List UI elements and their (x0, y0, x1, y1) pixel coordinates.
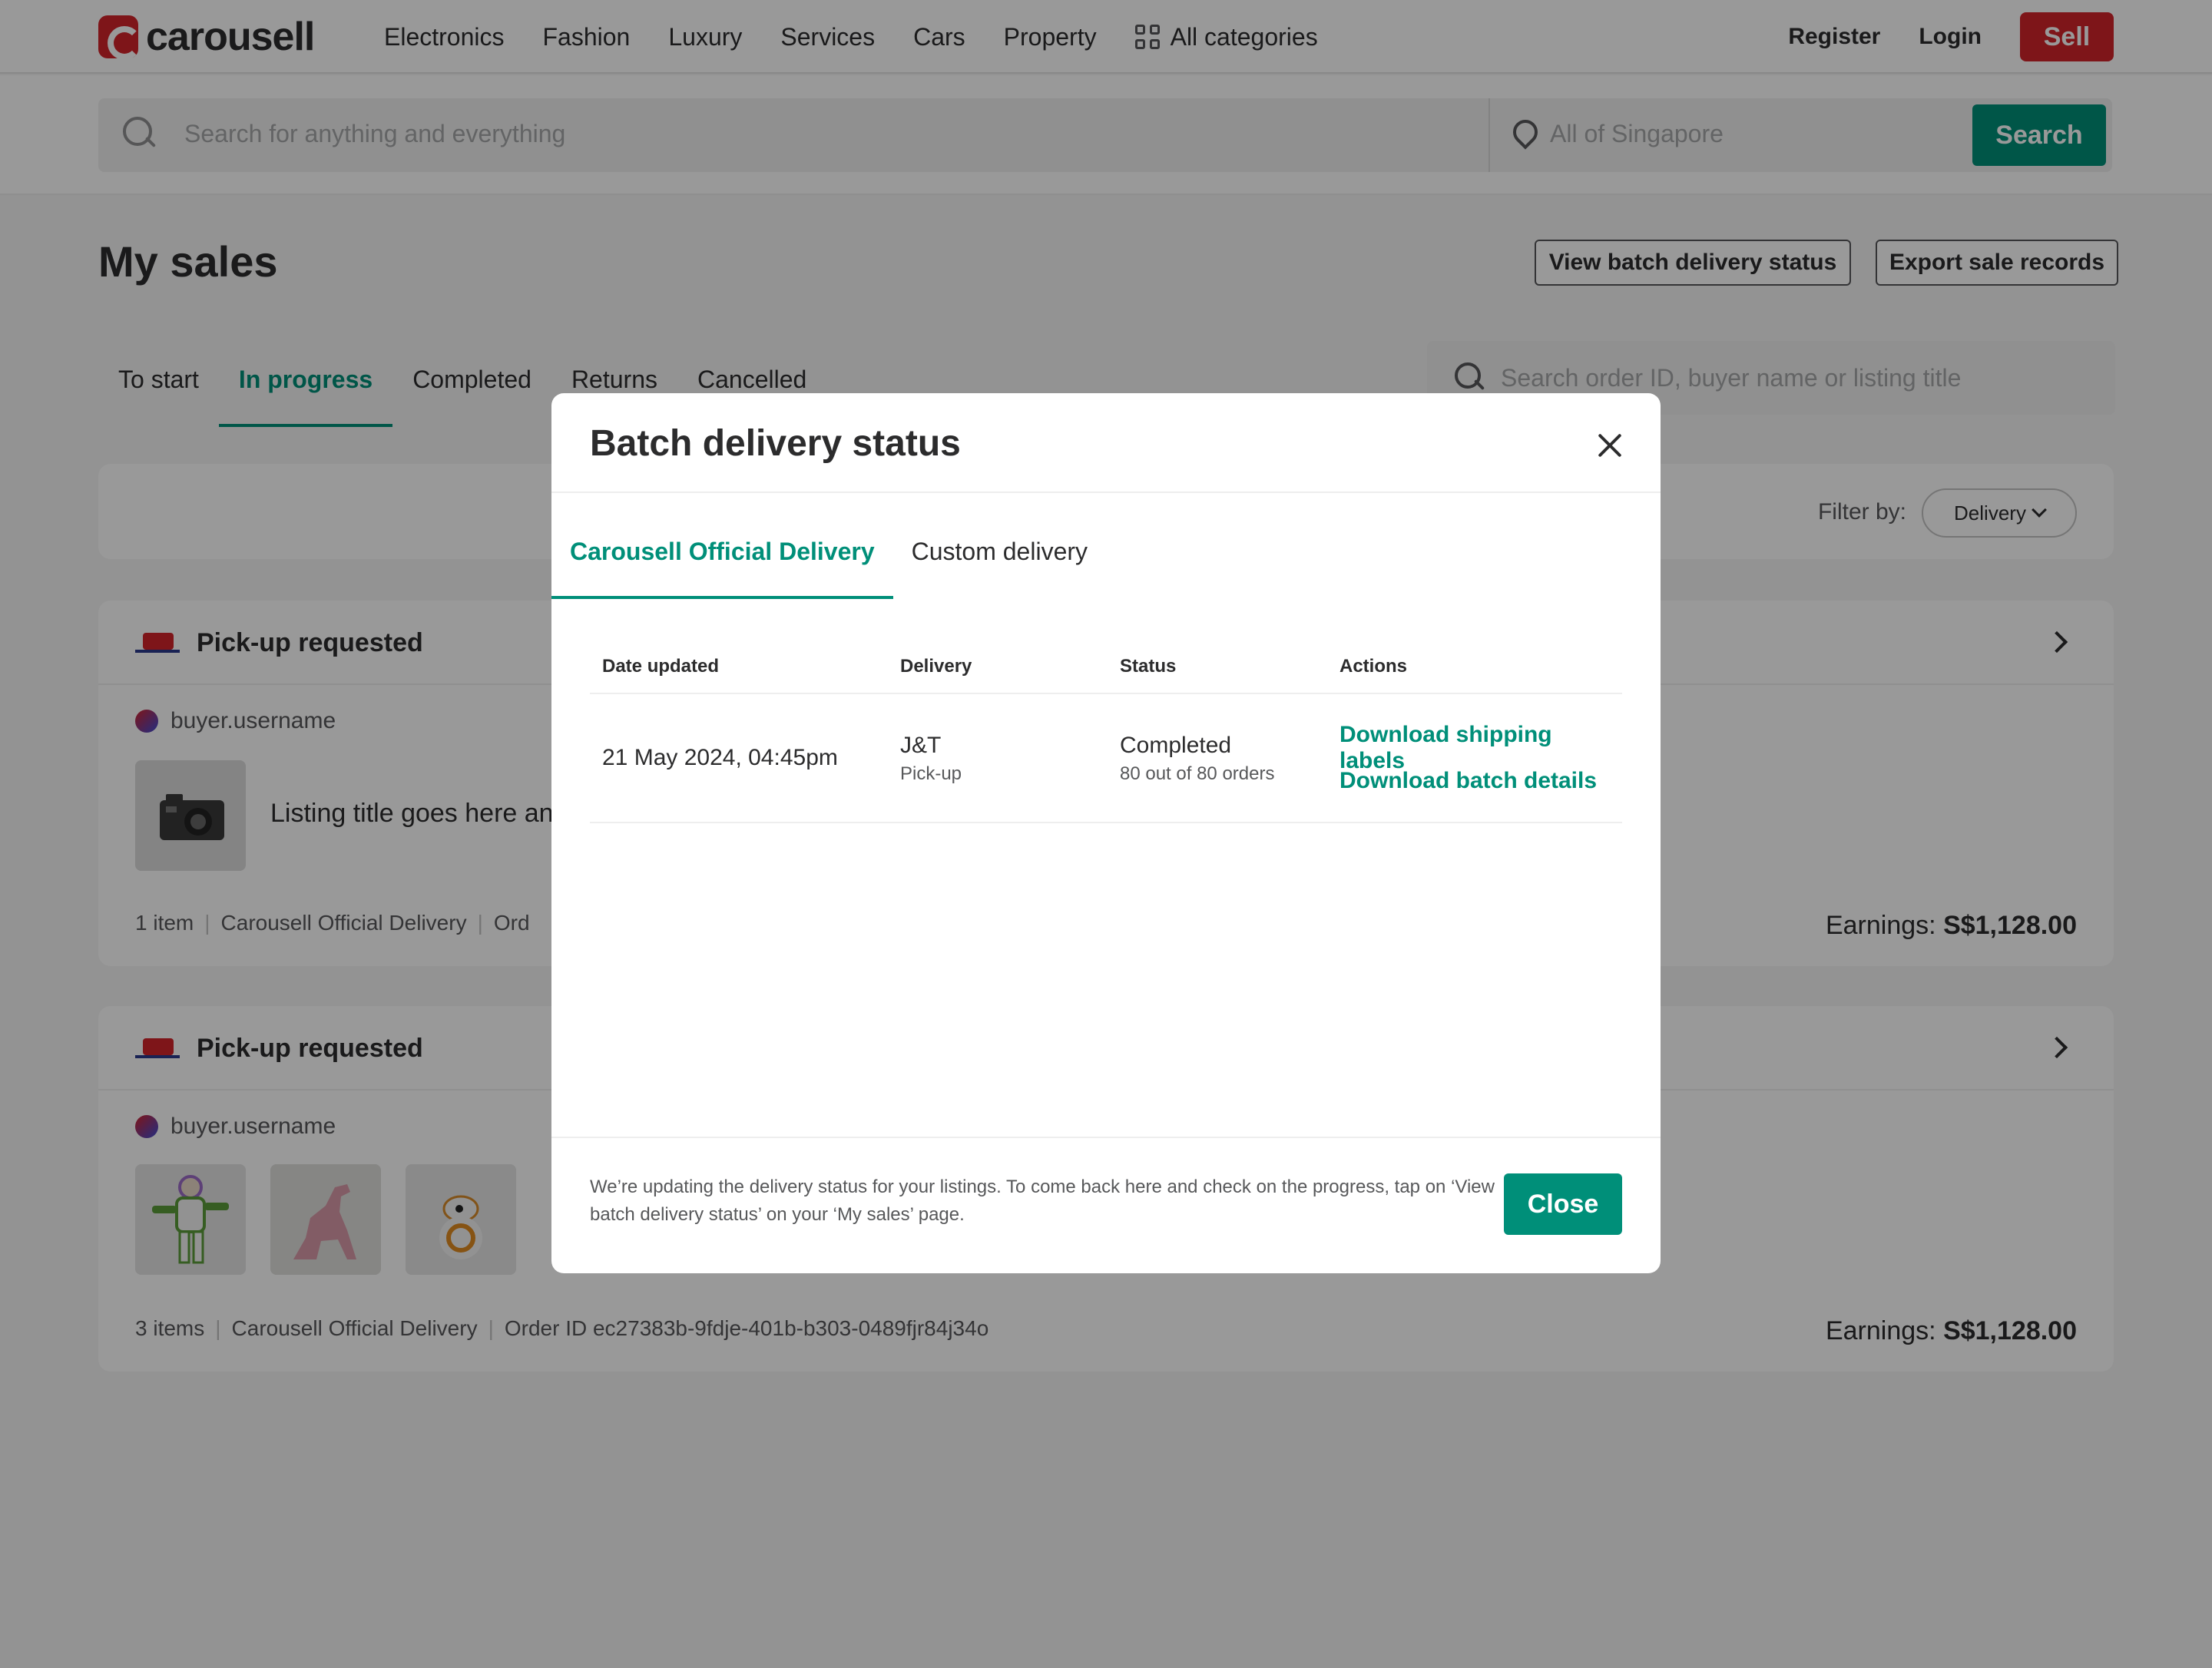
batch-status-table: Date updated Delivery Status Actions 21 … (590, 631, 1622, 823)
download-shipping-labels-link[interactable]: Download shipping labels (1339, 722, 1622, 774)
tab-custom-delivery[interactable]: Custom delivery (893, 493, 1106, 599)
column-date-updated: Date updated (602, 656, 720, 677)
modal-tabs: Carousell Official Delivery Custom deliv… (551, 493, 1106, 599)
table-row: 21 May 2024, 04:45pm J&T Pick-up Complet… (590, 694, 1622, 823)
divider (551, 1137, 1661, 1138)
column-delivery: Delivery (900, 656, 972, 677)
close-button[interactable]: Close (1504, 1173, 1622, 1235)
batch-delivery-status-modal: Batch delivery status Carousell Official… (551, 393, 1661, 1273)
status-detail: 80 out of 80 orders (1120, 763, 1275, 784)
modal-title: Batch delivery status (590, 423, 961, 464)
delivery-carrier: J&T (900, 733, 942, 758)
date-updated: 21 May 2024, 04:45pm (602, 745, 838, 770)
delivery-type: Pick-up (900, 763, 962, 784)
tab-carousell-official-delivery[interactable]: Carousell Official Delivery (551, 493, 893, 599)
table-header: Date updated Delivery Status Actions (590, 631, 1622, 694)
status-text: Completed (1120, 733, 1232, 758)
download-batch-details-link[interactable]: Download batch details (1339, 768, 1597, 794)
footer-note: We’re updating the delivery status for y… (590, 1177, 1495, 1225)
column-status: Status (1120, 656, 1177, 677)
column-actions: Actions (1339, 656, 1408, 677)
close-icon[interactable] (1596, 432, 1624, 459)
